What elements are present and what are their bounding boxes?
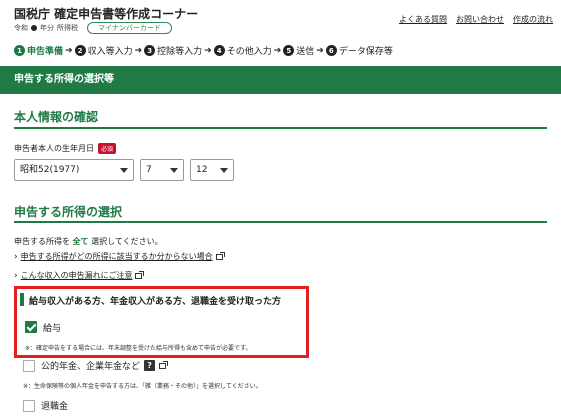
top-links: よくある質問 お問い合わせ 作成の流れ — [399, 14, 553, 25]
birth-year-select[interactable]: 昭和52(1977) — [14, 159, 134, 181]
retirement-checkbox[interactable] — [23, 400, 35, 412]
instruction-emphasis: 全て — [72, 237, 89, 246]
birth-date-label-row: 申告者本人の生年月日 必須 — [14, 143, 117, 154]
group-marker — [20, 293, 24, 306]
header: 国税庁 確定申告書等作成コーナー 令和 年分 所得税 マイナンバーカード よくあ… — [0, 0, 561, 38]
external-link-icon — [135, 270, 145, 279]
step-2: 2 収入等入力 — [74, 44, 133, 57]
income-instruction: 申告する所得を 全て 選択してください。 — [14, 237, 163, 246]
arrow-right-icon: ➔ — [204, 45, 212, 56]
progress-steps: 1 申告準備 ➔ 2 収入等入力 ➔ 3 控除等入力 ➔ 4 その他入力 ➔ 5 送信 ➔… — [14, 44, 393, 57]
required-badge: 必須 — [98, 143, 117, 154]
external-link-icon — [159, 360, 169, 369]
faq-link[interactable]: よくある質問 — [399, 14, 447, 25]
chevron-right-icon: › — [14, 270, 18, 281]
pension-checkbox[interactable] — [23, 360, 35, 372]
step-3: 3 控除等入力 — [144, 44, 202, 57]
tax-type-label: 所得税 — [57, 24, 78, 32]
birth-date-label: 申告者本人の生年月日 — [14, 144, 94, 153]
app-title: 国税庁 確定申告書等作成コーナー — [14, 7, 199, 21]
flow-link[interactable]: 作成の流れ — [513, 14, 553, 25]
page-banner: 申告する所得の選択等 — [0, 66, 561, 94]
income-selection-heading: 申告する所得の選択 — [14, 205, 123, 219]
external-link-icon — [215, 251, 225, 260]
pension-note: ※：生命保険等の個人年金を申告する方は、「雑（業務・その他）」を選択してください… — [23, 383, 262, 390]
arrow-right-icon: ➔ — [316, 45, 324, 56]
retirement-label: 退職金 — [41, 402, 69, 412]
step-5: 5 送信 — [283, 44, 314, 57]
pension-label: 公的年金、企業年金など — [41, 362, 141, 372]
year-label: 年分 — [40, 24, 54, 32]
arrow-right-icon: ➔ — [273, 45, 282, 56]
arrow-right-icon: ➔ — [134, 45, 143, 56]
step-4: 4 その他入力 — [213, 44, 272, 57]
mynumber-card-badge: マイナンバーカード — [87, 22, 172, 34]
birth-day-select[interactable]: 12 — [190, 159, 234, 181]
salary-label: 給与 — [43, 324, 62, 334]
income-type-help-link[interactable]: › 申告する所得がどの所得に該当するか分からない場合 — [14, 251, 225, 262]
section-divider — [14, 127, 547, 129]
step-6: 6 データ保存等 — [325, 44, 393, 57]
personal-info-heading: 本人情報の確認 — [14, 110, 99, 124]
income-group-title: 給与収入がある方、年金収入がある方、退職金を受け取った方 — [29, 297, 282, 307]
contact-link[interactable]: お問い合わせ — [456, 14, 504, 25]
step-1: 1 申告準備 — [14, 44, 63, 57]
birth-month-select[interactable]: 7 — [140, 159, 184, 181]
chevron-down-icon — [120, 168, 128, 173]
section-divider — [14, 221, 547, 223]
chevron-down-icon — [220, 168, 228, 173]
era-label: 令和 — [14, 24, 28, 32]
arrow-right-icon: ➔ — [65, 45, 73, 56]
salary-note: ※：確定申告をする場合には、年末調整を受けた給与所得も含めて申告が必要です。 — [25, 345, 252, 352]
salary-checkbox[interactable] — [25, 321, 37, 333]
chevron-right-icon: › — [14, 251, 18, 262]
chevron-down-icon — [170, 168, 178, 173]
year-dot-icon — [31, 25, 37, 31]
tax-year-row: 令和 年分 所得税 マイナンバーカード — [14, 22, 172, 34]
highlight-box: 給与収入がある方、年金収入がある方、退職金を受け取った方 給与 ※：確定申告をす… — [14, 286, 309, 358]
pension-row: 公的年金、企業年金など ? — [41, 359, 169, 372]
help-icon[interactable]: ? — [144, 360, 156, 371]
omission-warning-link[interactable]: › こんな収入の申告漏れにご注意 — [14, 270, 145, 281]
